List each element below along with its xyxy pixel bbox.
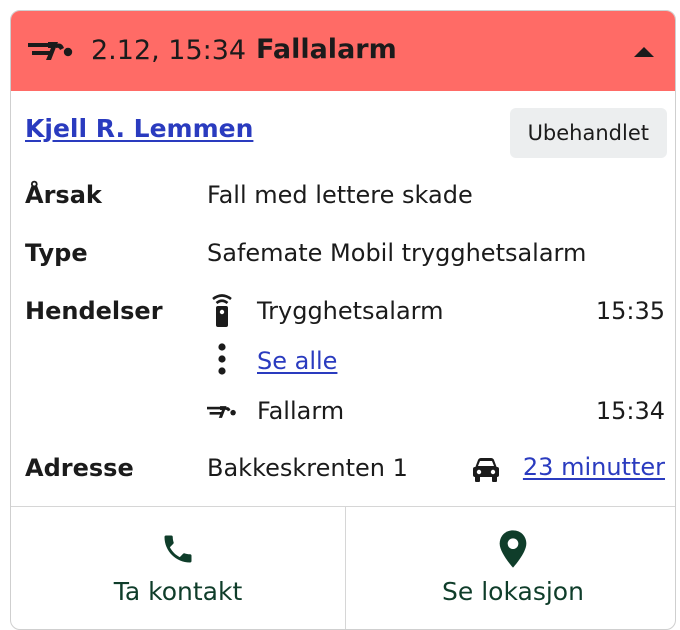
fall-icon (28, 38, 74, 64)
status-badge: Ubehandlet (509, 108, 667, 158)
type-label: Type (25, 239, 88, 267)
person-name-link[interactable]: Kjell R. Lemmen (25, 114, 253, 143)
alarm-title: Fallalarm (256, 34, 397, 65)
event-time: 15:34 (595, 397, 665, 425)
travel-time-link[interactable]: 23 minutter (523, 453, 665, 481)
fall-icon (207, 395, 237, 429)
cause-value: Fall med lettere skade (207, 181, 473, 209)
type-value: Safemate Mobil trygghetsalarm (207, 239, 587, 267)
alarm-time: 2.12, 15:34 (91, 35, 247, 66)
event-text: Fallarm (257, 397, 345, 425)
address-label: Adresse (25, 454, 134, 482)
event-time: 15:35 (595, 297, 665, 325)
location-button[interactable]: Se lokasjon (346, 507, 675, 629)
see-all-link[interactable]: Se alle (257, 347, 337, 375)
location-label: Se lokasjon (442, 577, 584, 606)
collapse-button[interactable] (627, 35, 661, 69)
contact-button[interactable]: Ta kontakt (11, 507, 345, 629)
alarm-header[interactable]: 2.12, 15:34 Fallalarm (11, 11, 675, 91)
contact-label: Ta kontakt (113, 577, 243, 606)
events-label: Hendelser (25, 297, 163, 325)
alarm-card: 2.12, 15:34 Fallalarm Kjell R. Lemmen Ub… (10, 10, 676, 630)
event-text: Trygghetsalarm (257, 297, 444, 325)
phone-icon (160, 529, 196, 569)
more-vertical-icon (207, 343, 237, 377)
car-icon (471, 456, 501, 484)
chevron-up-icon (634, 47, 654, 57)
safety-alarm-icon (207, 293, 237, 327)
address-value: Bakkeskrenten 1 (207, 454, 408, 482)
location-pin-icon (495, 529, 531, 569)
cause-label: Årsak (25, 181, 102, 209)
